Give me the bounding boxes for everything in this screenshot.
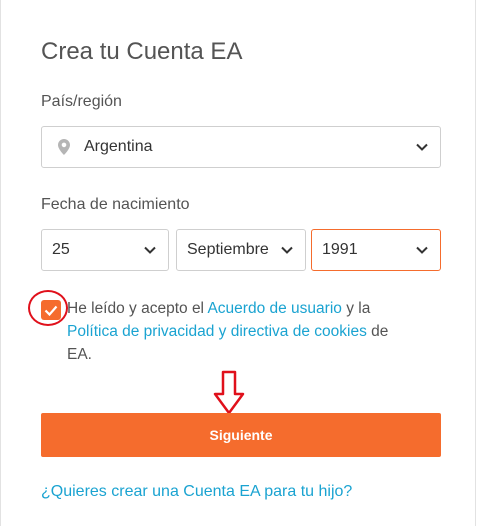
month-value: Septiembre (187, 241, 269, 258)
user-agreement-link[interactable]: Acuerdo de usuario (207, 300, 341, 317)
location-pin-icon (58, 139, 70, 155)
day-value: 25 (52, 241, 70, 258)
chevron-down-icon (144, 246, 156, 254)
month-select[interactable]: Septiembre (176, 229, 306, 271)
annotation-arrow-down-icon (213, 370, 245, 415)
chevron-down-icon (416, 246, 428, 254)
next-button[interactable]: Siguiente (41, 413, 441, 457)
consent-text-1: He leído y acepto el (67, 300, 208, 317)
chevron-down-icon (281, 246, 293, 254)
consent-text: He leído y acepto el Acuerdo de usuario … (67, 297, 407, 366)
child-account-link[interactable]: ¿Quieres crear una Cuenta EA para tu hij… (41, 483, 352, 501)
chevron-down-icon (416, 143, 428, 151)
signup-card: Crea tu Cuenta EA País/región Argentina … (0, 0, 476, 526)
day-select[interactable]: 25 (41, 229, 169, 271)
year-select[interactable]: 1991 (311, 229, 441, 271)
country-label: País/región (41, 93, 122, 110)
year-value: 1991 (322, 241, 358, 258)
consent-text-2: y la (341, 300, 371, 317)
page-title: Crea tu Cuenta EA (41, 38, 243, 65)
annotation-circle (28, 290, 68, 326)
country-select[interactable]: Argentina (41, 126, 441, 168)
dob-label: Fecha de nacimiento (41, 196, 190, 213)
privacy-policy-link[interactable]: Política de privacidad y directiva de co… (67, 323, 367, 340)
country-value: Argentina (84, 138, 153, 155)
